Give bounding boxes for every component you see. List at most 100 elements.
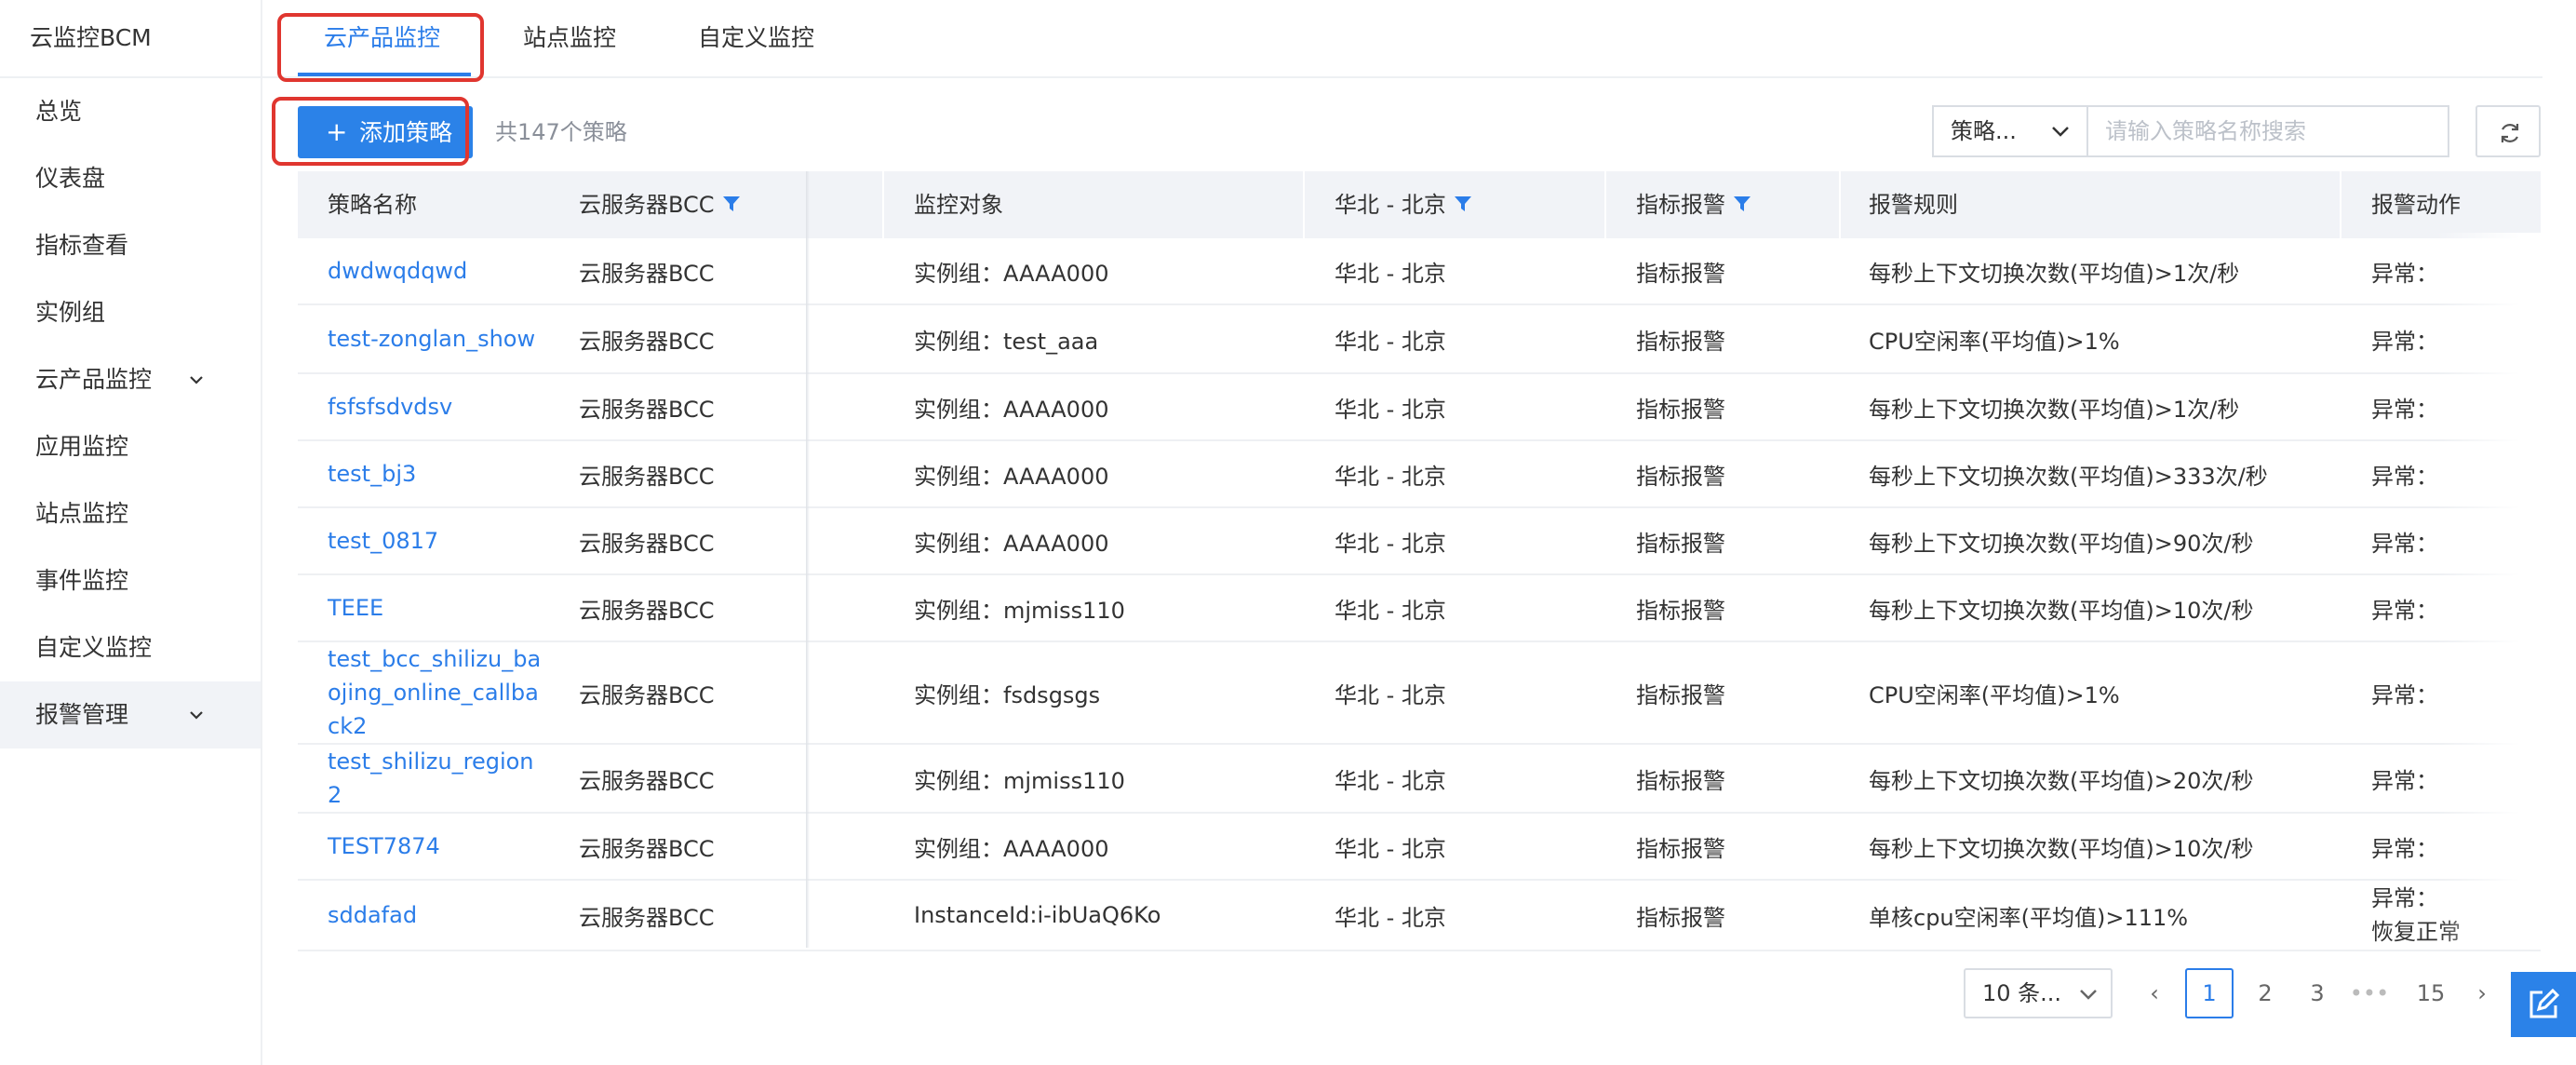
frozen-column-shadow	[806, 171, 810, 948]
cell-region: 华北 - 北京	[1335, 530, 1446, 557]
policy-count: 共147个策略	[495, 119, 627, 145]
filter-icon[interactable]	[1454, 195, 1472, 213]
cell-region: 华北 - 北京	[1335, 328, 1446, 355]
sidebar-item[interactable]: 云产品监控	[0, 346, 261, 413]
cell-policy-name[interactable]: test_bcc_shilizu_baojing_online_callback…	[328, 642, 542, 743]
sidebar-item[interactable]: 实例组	[0, 279, 261, 346]
cell-product: 云服务器BCC	[579, 681, 715, 708]
search-type-select[interactable]: 策略...	[1932, 105, 2086, 157]
cell-target: 实例组：AAAA000	[914, 463, 1109, 490]
page-2[interactable]: 2	[2247, 968, 2284, 1018]
cell-policy-name[interactable]: dwdwqdqwd	[328, 238, 542, 303]
cell-policy-name[interactable]: test_bj3	[328, 441, 542, 506]
search-input[interactable]	[2086, 105, 2449, 157]
cell-policy-name[interactable]: TEST7874	[328, 814, 542, 879]
cell-product: 云服务器BCC	[579, 835, 715, 862]
col-header-region-label: 华北 - 北京	[1335, 192, 1446, 218]
cell-target: 实例组：mjmiss110	[914, 767, 1125, 794]
prev-page-button[interactable]: ‹	[2140, 968, 2168, 1018]
col-header-alert-type[interactable]: 指标报警	[1636, 171, 1751, 238]
cell-region: 华北 - 北京	[1335, 260, 1446, 287]
cell-product: 云服务器BCC	[579, 463, 715, 490]
sidebar-item-label: 实例组	[35, 299, 106, 326]
sidebar-item[interactable]: 报警管理	[0, 681, 261, 748]
tab-site-monitor[interactable]: 站点监控	[523, 0, 616, 76]
table-header: 策略名称 云服务器BCC 监控对象 华北 - 北京 指标报警 报警规则 报警动作	[298, 171, 2541, 238]
cell-product: 云服务器BCC	[579, 396, 715, 423]
sidebar-item[interactable]: 事件监控	[0, 547, 261, 614]
page-1[interactable]: 1	[2185, 968, 2234, 1018]
cell-rule: CPU空闲率(平均值)>1%	[1869, 681, 2120, 708]
cell-alert-type: 指标报警	[1636, 463, 1725, 490]
cell-action: 异常：	[2371, 260, 2438, 287]
cell-rule: 每秒上下文切换次数(平均值)>10次/秒	[1869, 835, 2254, 862]
page-size-select[interactable]: 10 条...	[1964, 968, 2113, 1018]
sidebar-menu: 总览仪表盘指标查看实例组云产品监控应用监控站点监控事件监控自定义监控报警管理	[0, 78, 261, 748]
highlight-box-tab	[277, 13, 484, 82]
cell-action: 异常：	[2371, 463, 2438, 490]
sidebar-item[interactable]: 总览	[0, 78, 261, 145]
sidebar-item-label: 云产品监控	[35, 366, 153, 393]
main-content: 云产品监控 站点监控 自定义监控 +添加策略 共147个策略 策略... 策略名…	[262, 0, 2576, 1065]
cell-policy-name[interactable]: TEEE	[328, 575, 542, 640]
cell-rule: 每秒上下文切换次数(平均值)>1次/秒	[1869, 260, 2240, 287]
sidebar-item[interactable]: 仪表盘	[0, 145, 261, 212]
next-page-button[interactable]: ›	[2468, 968, 2496, 1018]
cell-policy-name[interactable]: test-zonglan_show	[328, 305, 542, 372]
page-15[interactable]: 15	[2408, 968, 2453, 1018]
cell-product: 云服务器BCC	[579, 328, 715, 355]
sidebar-item[interactable]: 站点监控	[0, 480, 261, 547]
col-header-alert-type-label: 指标报警	[1636, 192, 1725, 218]
table-row: fsfsfsdvdsv 云服务器BCC 实例组：AAAA000 华北 - 北京 指标报警…	[298, 374, 2541, 441]
cell-policy-name[interactable]: fsfsfsdvdsv	[328, 374, 542, 439]
tab-custom-monitor[interactable]: 自定义监控	[698, 0, 814, 76]
cell-action: 异常：	[2371, 530, 2438, 557]
cell-alert-type: 指标报警	[1636, 835, 1725, 862]
cell-alert-type: 指标报警	[1636, 904, 1725, 931]
table-row: test-zonglan_show 云服务器BCC 实例组：test_aaa 华北 -…	[298, 305, 2541, 374]
cell-region: 华北 - 北京	[1335, 767, 1446, 794]
cell-product: 云服务器BCC	[579, 530, 715, 557]
cell-policy-name[interactable]: test_0817	[328, 508, 542, 573]
feedback-button[interactable]	[2511, 972, 2576, 1037]
refresh-icon	[2501, 124, 2519, 142]
col-header-region[interactable]: 华北 - 北京	[1335, 171, 1472, 238]
cell-region: 华北 - 北京	[1335, 396, 1446, 423]
cell-rule: 每秒上下文切换次数(平均值)>10次/秒	[1869, 597, 2254, 624]
sidebar-item-label: 站点监控	[35, 500, 129, 527]
page-size-value: 10 条...	[1982, 980, 2062, 1006]
cell-target: 实例组：test_aaa	[914, 328, 1099, 355]
cell-target: 实例组：AAAA000	[914, 396, 1109, 423]
cell-action: 异常：	[2371, 597, 2438, 624]
cell-product: 云服务器BCC	[579, 597, 715, 624]
sidebar-item[interactable]: 自定义监控	[0, 614, 261, 681]
edit-icon	[2529, 989, 2559, 1018]
sidebar-item-label: 应用监控	[35, 433, 129, 460]
sidebar-item-label: 自定义监控	[35, 634, 153, 661]
cell-product: 云服务器BCC	[579, 260, 715, 287]
cell-alert-type: 指标报警	[1636, 597, 1725, 624]
col-header-rule: 报警规则	[1869, 192, 1958, 218]
col-header-product[interactable]: 云服务器BCC	[579, 171, 741, 238]
cell-policy-name[interactable]: test_shilizu_region2	[328, 745, 542, 812]
cell-policy-name[interactable]: sddafad	[328, 881, 542, 950]
page-3[interactable]: 3	[2299, 968, 2336, 1018]
page-ellipsis[interactable]: •••	[2349, 968, 2390, 1018]
sidebar-item-label: 仪表盘	[35, 165, 106, 192]
filter-icon[interactable]	[722, 195, 741, 213]
filter-icon[interactable]	[1733, 195, 1751, 213]
refresh-button[interactable]	[2475, 105, 2541, 157]
sidebar: 云监控BCM 总览 仪表盘 指标查看 实例组 云产品监控 应用监控 站点监控 事件监控 自定义监…	[0, 0, 262, 1065]
action-abnormal: 异常：	[2371, 885, 2438, 911]
cell-region: 华北 - 北京	[1335, 904, 1446, 931]
sidebar-item-label: 指标查看	[35, 232, 129, 259]
cell-product: 云服务器BCC	[579, 767, 715, 794]
cell-product: 云服务器BCC	[579, 904, 715, 931]
cell-target: 实例组：AAAA000	[914, 530, 1109, 557]
cell-action: 异常：	[2371, 835, 2438, 862]
policy-table: 策略名称 云服务器BCC 监控对象 华北 - 北京 指标报警 报警规则 报警动作…	[298, 171, 2541, 951]
sidebar-item[interactable]: 应用监控	[0, 413, 261, 480]
sidebar-item[interactable]: 指标查看	[0, 212, 261, 279]
table-row: TEST7874 云服务器BCC 实例组：AAAA000 华北 - 北京 指标报警 每秒上…	[298, 814, 2541, 881]
cell-target: InstanceId:i-ibUaQ6Ko	[914, 902, 1161, 928]
